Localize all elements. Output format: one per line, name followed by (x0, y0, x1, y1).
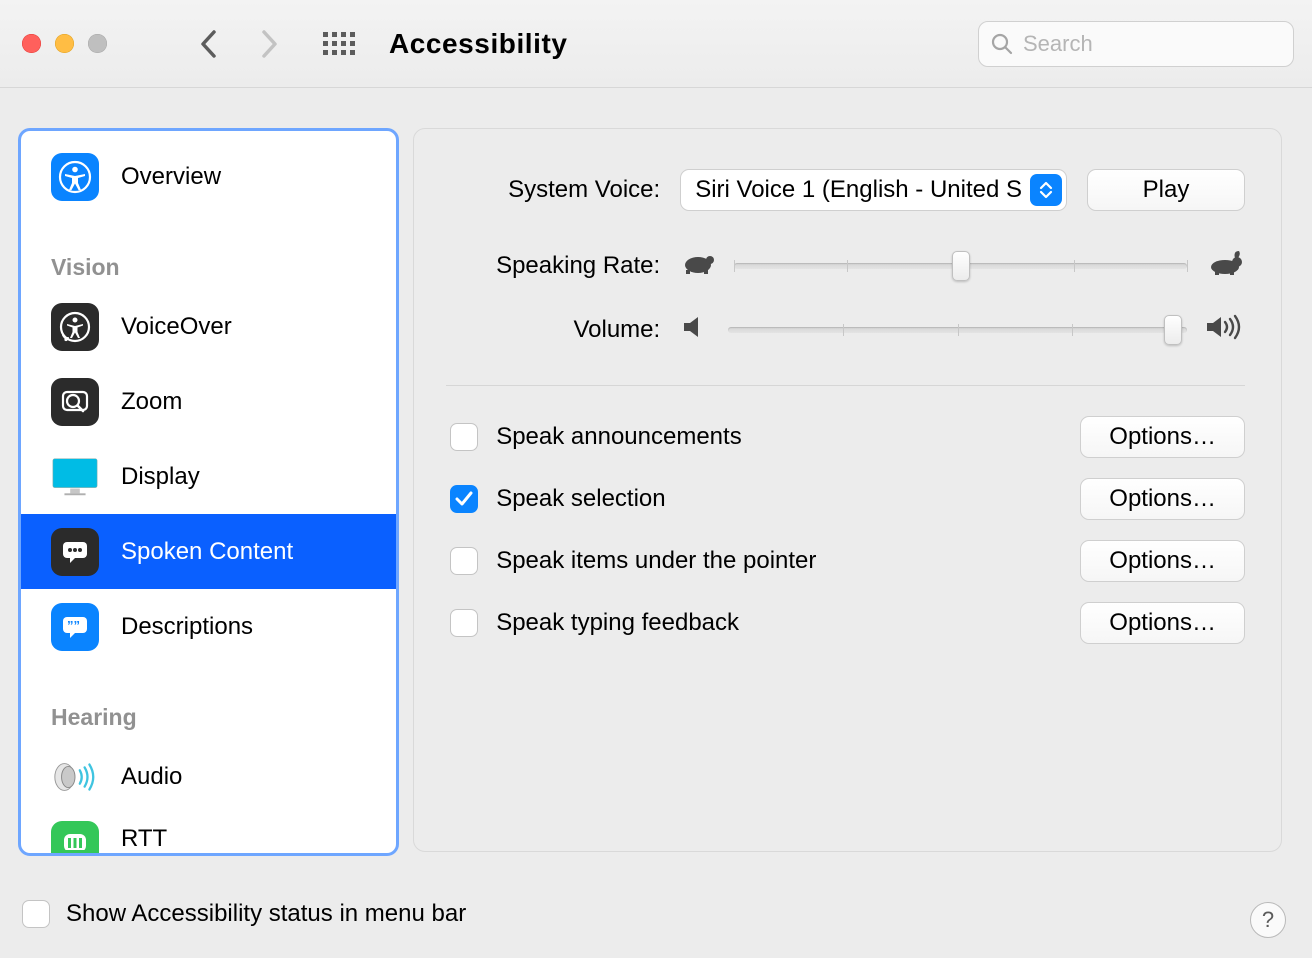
speak-selection-options-button[interactable]: Options… (1080, 478, 1245, 520)
status-menu-bar-checkbox[interactable] (22, 900, 50, 928)
footer: Show Accessibility status in menu bar (22, 888, 1290, 940)
speak-pointer-options-button[interactable]: Options… (1080, 540, 1245, 582)
speak-announcements-options-button[interactable]: Options… (1080, 416, 1245, 458)
sidebar-item-overview[interactable]: Overview (21, 139, 396, 214)
speaking-rate-slider[interactable] (734, 263, 1187, 269)
search-input[interactable] (1021, 30, 1281, 58)
sidebar-item-voiceover[interactable]: VoiceOver (21, 289, 396, 364)
status-menu-bar-label: Show Accessibility status in menu bar (66, 900, 1290, 928)
rtt-icon (51, 821, 99, 853)
close-window-button[interactable] (22, 34, 41, 53)
search-field[interactable] (978, 21, 1294, 67)
sidebar-item-display[interactable]: Display (21, 439, 396, 514)
nav-controls (199, 29, 279, 59)
speak-announcements-checkbox[interactable] (450, 423, 478, 451)
slider-thumb[interactable] (1164, 315, 1182, 345)
speaker-high-icon (1205, 314, 1245, 346)
speak-typing-label: Speak typing feedback (496, 609, 1062, 637)
speak-typing-options-button[interactable]: Options… (1080, 602, 1245, 644)
page-title: Accessibility (389, 28, 567, 60)
volume-slider[interactable] (728, 327, 1187, 333)
sidebar-section-header: Hearing (21, 664, 396, 739)
speak-selection-checkbox[interactable] (450, 485, 478, 513)
voiceover-icon (51, 303, 99, 351)
sidebar-item-label: Descriptions (121, 613, 253, 641)
descriptions-icon: ”” (51, 603, 99, 651)
turtle-icon (680, 251, 716, 281)
sidebar-item-descriptions[interactable]: ”” Descriptions (21, 589, 396, 664)
speak-selection-label: Speak selection (496, 485, 1062, 513)
help-button[interactable]: ? (1250, 902, 1286, 938)
sidebar-section-header: Vision (21, 214, 396, 289)
maximize-window-button[interactable] (88, 34, 107, 53)
play-button-label: Play (1143, 176, 1190, 204)
system-voice-value: Siri Voice 1 (English - United S (695, 176, 1022, 204)
sidebar: Overview Vision VoiceOver Zoom Displa (18, 128, 399, 856)
sidebar-item-label: Spoken Content (121, 538, 293, 566)
zoom-icon (51, 378, 99, 426)
speak-pointer-label: Speak items under the pointer (496, 547, 1062, 575)
popup-chevrons-icon (1030, 174, 1062, 206)
speaking-rate-label: Speaking Rate: (450, 252, 660, 280)
audio-icon (51, 753, 99, 801)
sidebar-item-label: Display (121, 463, 200, 491)
accessibility-icon (51, 153, 99, 201)
speak-pointer-checkbox[interactable] (450, 547, 478, 575)
main-panel: System Voice: Siri Voice 1 (English - Un… (413, 128, 1282, 852)
sidebar-item-label: RTT (121, 825, 167, 853)
sidebar-item-label: Audio (121, 763, 182, 791)
play-button[interactable]: Play (1087, 169, 1245, 211)
slider-thumb[interactable] (952, 251, 970, 281)
minimize-window-button[interactable] (55, 34, 74, 53)
all-preferences-button[interactable] (323, 32, 355, 56)
spoken-content-icon (51, 528, 99, 576)
forward-button[interactable] (260, 29, 279, 59)
system-voice-popup[interactable]: Siri Voice 1 (English - United S (680, 169, 1067, 211)
speaker-low-icon (680, 315, 710, 345)
system-voice-label: System Voice: (450, 176, 660, 204)
sidebar-item-label: VoiceOver (121, 313, 232, 341)
speak-announcements-label: Speak announcements (496, 423, 1062, 451)
display-icon (51, 453, 99, 501)
sidebar-item-label: Overview (121, 163, 221, 191)
rabbit-icon (1205, 250, 1245, 282)
sidebar-item-spoken-content[interactable]: Spoken Content (21, 514, 396, 589)
sidebar-item-zoom[interactable]: Zoom (21, 364, 396, 439)
divider (446, 385, 1245, 386)
svg-text:””: ”” (67, 618, 80, 633)
speak-typing-checkbox[interactable] (450, 609, 478, 637)
sidebar-item-label: Zoom (121, 388, 182, 416)
window-controls (22, 34, 107, 53)
volume-label: Volume: (450, 316, 660, 344)
sidebar-item-rtt[interactable]: RTT (21, 814, 396, 853)
back-button[interactable] (199, 29, 218, 59)
search-icon (991, 33, 1013, 55)
title-bar: Accessibility (0, 0, 1312, 88)
sidebar-item-audio[interactable]: Audio (21, 739, 396, 814)
